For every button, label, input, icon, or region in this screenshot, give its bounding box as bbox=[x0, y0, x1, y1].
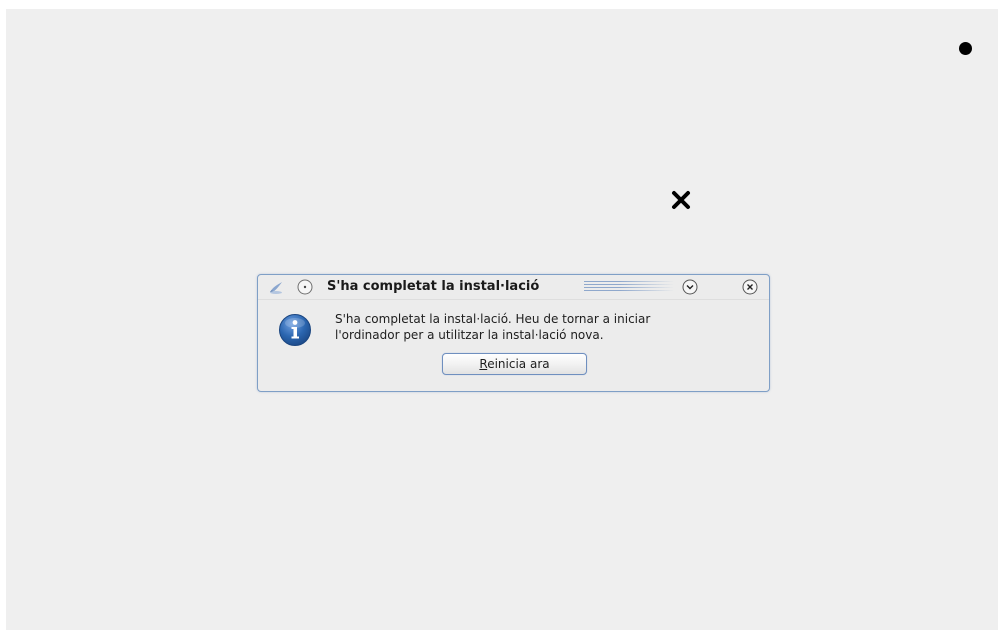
desktop: S'ha completat la instal·lació S'ha comp… bbox=[6, 9, 998, 630]
installation-complete-dialog: S'ha completat la instal·lació S'ha comp… bbox=[257, 274, 770, 392]
information-icon bbox=[279, 314, 311, 346]
app-icon[interactable] bbox=[268, 279, 284, 295]
message-line: l'ordinador per a utilitzar la instal·la… bbox=[335, 328, 604, 342]
title-decoration bbox=[584, 281, 674, 293]
sticky-icon[interactable] bbox=[297, 279, 313, 295]
message-line: S'ha completat la instal·lació. Heu de t… bbox=[335, 312, 651, 326]
x-cursor bbox=[672, 191, 690, 209]
dialog-title: S'ha completat la instal·lació bbox=[327, 279, 540, 294]
restart-now-button[interactable]: Reinicia ara bbox=[442, 353, 587, 375]
close-icon[interactable] bbox=[742, 279, 758, 295]
shade-icon[interactable] bbox=[682, 279, 698, 295]
dialog-message: S'ha completat la instal·lació. Heu de t… bbox=[335, 311, 755, 343]
titlebar[interactable]: S'ha completat la instal·lació bbox=[258, 275, 769, 300]
button-label: einicia ara bbox=[487, 357, 550, 371]
dot-cursor bbox=[959, 42, 972, 55]
